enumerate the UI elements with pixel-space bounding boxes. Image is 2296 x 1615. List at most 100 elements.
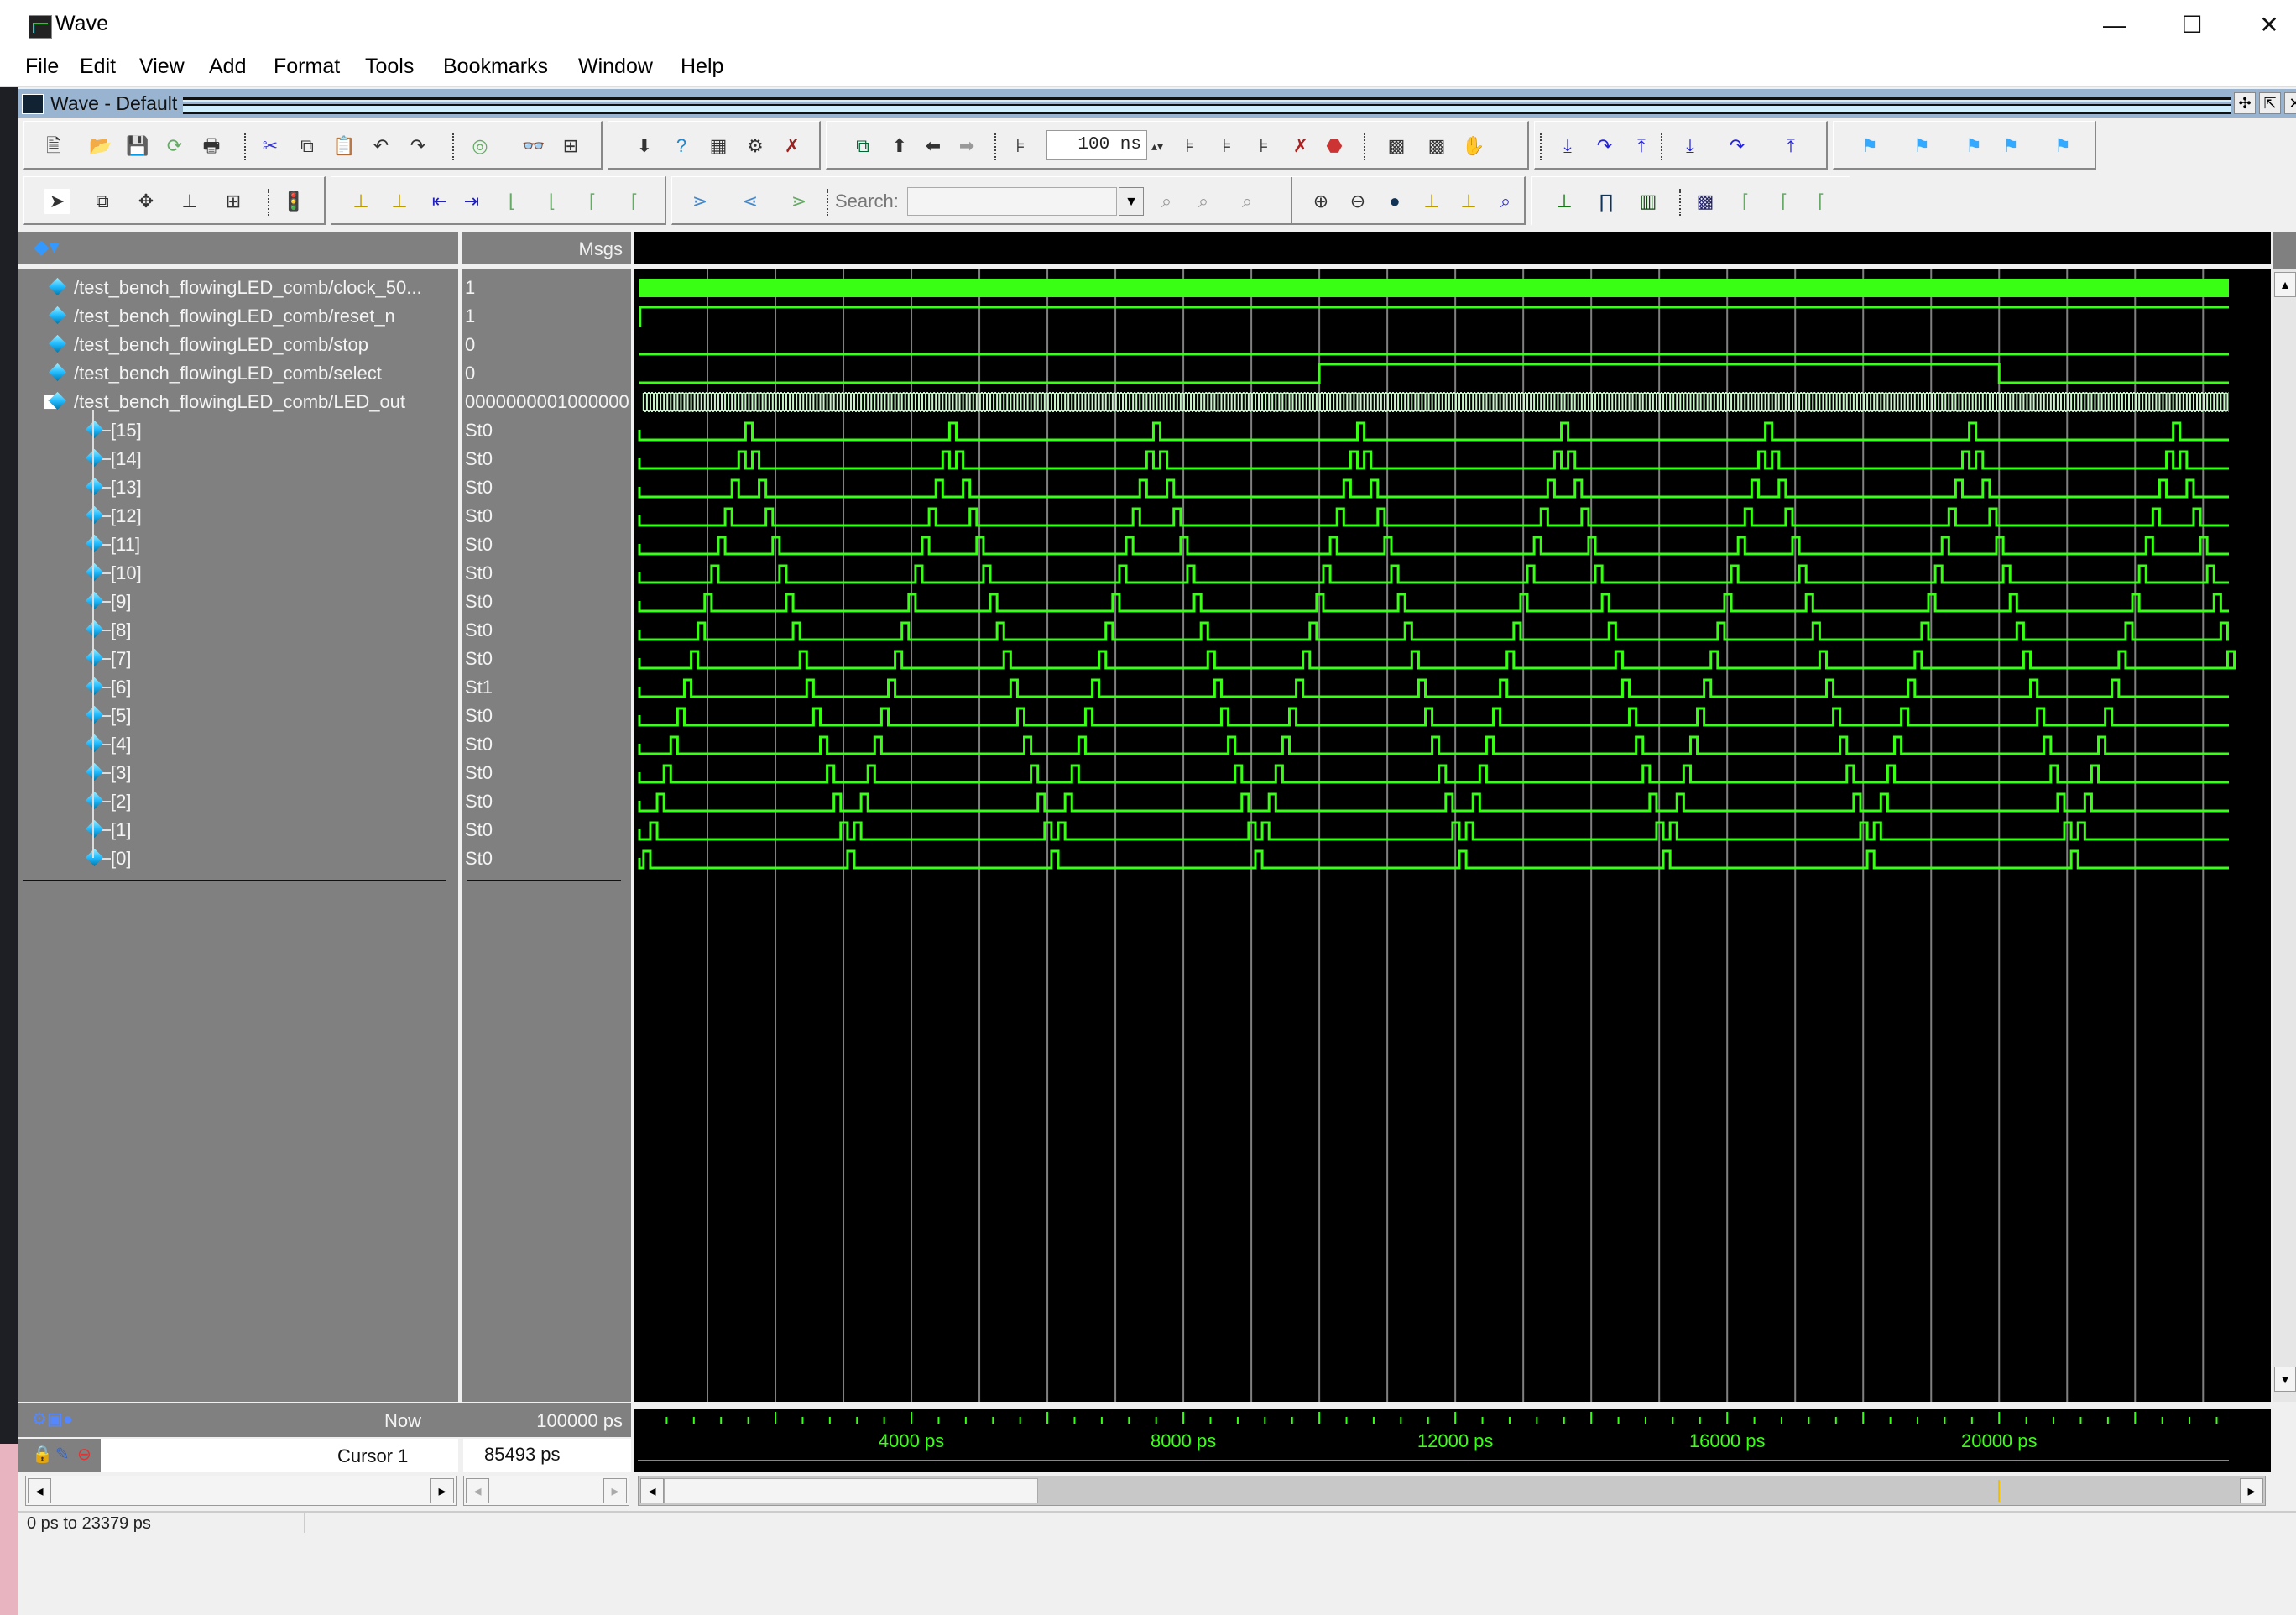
up-arrow-icon[interactable]: ⬆ xyxy=(887,133,912,159)
signal-bit-row[interactable]: [4] xyxy=(18,730,458,759)
dock-icon[interactable]: ✣ xyxy=(2234,92,2256,114)
signal-bit-row[interactable]: [0] xyxy=(18,844,458,873)
signal-value-row[interactable]: St0 xyxy=(462,759,631,787)
display-pattern-icon[interactable]: ▩ xyxy=(1693,189,1718,214)
zoom-in-icon[interactable]: ⊕ xyxy=(1308,189,1333,214)
continue-icon[interactable]: ↷ xyxy=(1725,133,1750,159)
signal-bit-row[interactable]: [13] xyxy=(18,473,458,502)
signal-value-row[interactable]: St0 xyxy=(462,588,631,616)
menu-add[interactable]: Add xyxy=(209,55,246,79)
signal-value-row[interactable]: 1 xyxy=(462,302,631,331)
signal-bit-row[interactable]: [11] xyxy=(18,530,458,559)
signal-bit-row[interactable]: [1] xyxy=(18,816,458,844)
dataflow-icon[interactable]: ▦ xyxy=(706,133,731,159)
search-options-icon[interactable]: ⌕ xyxy=(1234,189,1260,214)
prev-edge-icon[interactable]: ⇤ xyxy=(427,189,452,214)
signal-row[interactable]: −/test_bench_flowingLED_comb/LED_out xyxy=(18,388,458,416)
cursor-tools-icon[interactable]: ⚙▣● xyxy=(32,1409,73,1429)
memory-icon[interactable]: ▩ xyxy=(1424,133,1449,159)
signal-value-row[interactable]: St0 xyxy=(462,559,631,588)
collapse-icon[interactable]: ⊞ xyxy=(558,133,583,159)
signal-value-row[interactable]: 0000000001000000 xyxy=(462,388,631,416)
signal-bit-row[interactable]: [10] xyxy=(18,559,458,588)
bookmark-goto-icon[interactable]: ⚑ xyxy=(2050,133,2075,159)
signal-value-row[interactable]: St0 xyxy=(462,530,631,559)
zoom-full-icon[interactable]: ● xyxy=(1382,189,1407,214)
scroll-up-arrow[interactable]: ▲ xyxy=(2274,272,2296,297)
forward-arrow-icon[interactable]: ➡ xyxy=(954,133,979,159)
paste-icon[interactable]: 📋 xyxy=(331,133,357,159)
menu-bookmarks[interactable]: Bookmarks xyxy=(443,55,548,79)
signal-value-row[interactable]: St0 xyxy=(462,502,631,530)
wave-scroll-left-arrow[interactable]: ◂ xyxy=(640,1478,664,1503)
expand-time-icon[interactable]: ⋗ xyxy=(687,189,712,214)
signal-bit-row[interactable]: [12] xyxy=(18,502,458,530)
run-length-spinner[interactable]: ▴▾ xyxy=(1149,133,1166,159)
print-icon[interactable]: 🖶 xyxy=(199,133,224,159)
value-scroll-left-arrow[interactable]: ◂ xyxy=(466,1478,489,1503)
signal-bit-row[interactable]: [8] xyxy=(18,616,458,645)
menu-view[interactable]: View xyxy=(139,55,185,79)
zoom-region-icon[interactable]: ⌕ xyxy=(1493,189,1518,214)
prev-rising-icon[interactable]: ⌈ xyxy=(580,189,605,214)
simulate-icon[interactable]: ⚙ xyxy=(743,133,768,159)
display-edge-icon[interactable]: ⊥ xyxy=(1552,189,1577,214)
waveform-canvas[interactable] xyxy=(634,232,2271,1402)
close-button[interactable]: ✕ xyxy=(2236,7,2296,44)
search-input[interactable] xyxy=(907,187,1117,216)
copy-icon[interactable]: ⧉ xyxy=(295,133,320,159)
signal-value-row[interactable]: 1 xyxy=(462,274,631,302)
scroll-down-arrow[interactable]: ▼ xyxy=(2274,1367,2296,1392)
undo-icon[interactable]: ↶ xyxy=(368,133,394,159)
menu-edit[interactable]: Edit xyxy=(80,55,116,79)
pan-mode-icon[interactable]: ✥ xyxy=(133,189,159,214)
signal-bit-row[interactable]: [6] xyxy=(18,673,458,702)
wave-pane-hscroll[interactable]: ◂ ▸ xyxy=(638,1476,2266,1506)
run-length-field[interactable]: 100 ns xyxy=(1046,130,1147,160)
cursor-row[interactable]: 🔒 ✎ ⊖ Cursor 1 85493 ps xyxy=(18,1439,631,1472)
value-pane-hscroll[interactable]: ◂ ▸ xyxy=(463,1476,629,1506)
binoculars-icon[interactable]: 👓 xyxy=(521,133,546,159)
signal-value-row[interactable]: St0 xyxy=(462,787,631,816)
menu-window[interactable]: Window xyxy=(578,55,653,79)
bus-mode-icon[interactable]: ⊞ xyxy=(221,189,246,214)
bookmark-remove-icon[interactable]: ⚑ xyxy=(1909,133,1934,159)
signal-value-row[interactable]: St0 xyxy=(462,616,631,645)
open-folder-icon[interactable]: 📂 xyxy=(88,133,113,159)
new-file-icon[interactable]: 🗎 xyxy=(41,133,66,159)
minimize-button[interactable]: — xyxy=(2081,7,2148,44)
prev-falling-icon[interactable]: ⌊ xyxy=(499,189,524,214)
signal-row[interactable]: /test_bench_flowingLED_comb/clock_50... xyxy=(18,274,458,302)
expand-delta-icon[interactable]: ⋗ xyxy=(786,189,811,214)
menu-format[interactable]: Format xyxy=(274,55,340,79)
signal-value-row[interactable]: St0 xyxy=(462,702,631,730)
time-axis[interactable]: 0 ps4000 ps8000 ps12000 ps16000 ps20000 … xyxy=(634,1403,2271,1472)
signal-row[interactable]: /test_bench_flowingLED_comb/reset_n xyxy=(18,302,458,331)
search-prev-icon[interactable]: ⌕ xyxy=(1154,189,1179,214)
step-all-icon[interactable]: ⤓ xyxy=(1678,133,1703,159)
find-icon[interactable]: ◎ xyxy=(467,133,493,159)
run-icon[interactable]: ⬇ xyxy=(632,133,657,159)
drag-grip[interactable] xyxy=(183,97,2231,114)
cursor-delete-icon[interactable]: ⊖ xyxy=(77,1444,91,1465)
undock-icon[interactable]: ⇱ xyxy=(2259,92,2281,114)
bookmark-save-icon[interactable]: ⚑ xyxy=(1998,133,2023,159)
signal-value-row[interactable]: St0 xyxy=(462,844,631,873)
close-pane-icon[interactable]: ✕ xyxy=(2284,92,2296,114)
cursor-lock-icon[interactable]: 🔒 xyxy=(32,1444,53,1465)
signal-bit-row[interactable]: [14] xyxy=(18,445,458,473)
bookmark-add-icon[interactable]: ⚑ xyxy=(1857,133,1882,159)
next-falling-icon[interactable]: ⌊ xyxy=(540,189,565,214)
cursor-edit-icon[interactable]: ✎ xyxy=(55,1444,70,1465)
signal-value-row[interactable]: St0 xyxy=(462,730,631,759)
signal-value-row[interactable]: St0 xyxy=(462,445,631,473)
hand-icon[interactable]: ✋ xyxy=(1461,133,1486,159)
scroll-right-arrow[interactable]: ▸ xyxy=(430,1478,454,1503)
signal-value-row[interactable]: 0 xyxy=(462,331,631,359)
zoom-between-cursors-icon[interactable]: ⊥ xyxy=(1456,189,1481,214)
redo-icon[interactable]: ↷ xyxy=(405,133,430,159)
signal-bit-row[interactable]: [5] xyxy=(18,702,458,730)
break-sign-icon[interactable]: ⬣ xyxy=(1322,133,1347,159)
value-scroll-right-arrow[interactable]: ▸ xyxy=(603,1478,627,1503)
signal-row[interactable]: /test_bench_flowingLED_comb/stop xyxy=(18,331,458,359)
